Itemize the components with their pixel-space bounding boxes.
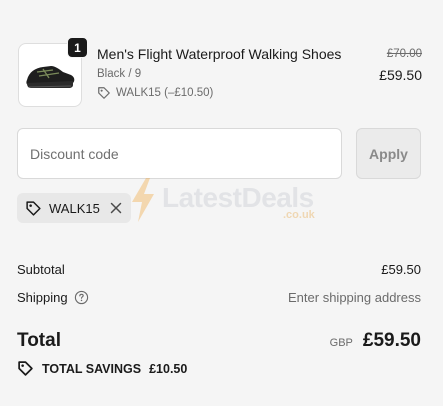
tag-icon: [98, 87, 110, 99]
tag-icon: [18, 361, 33, 376]
original-price: £70.00: [386, 48, 422, 60]
remove-discount-button[interactable]: [109, 200, 123, 216]
help-circle-icon[interactable]: [74, 290, 89, 305]
product-discount-label: WALK15 (–£10.50): [116, 87, 214, 99]
subtotal-value: £59.50: [381, 262, 421, 277]
applied-discount-code: WALK15: [49, 200, 100, 216]
lightning-bolt-icon: [132, 178, 154, 222]
total-amount: £59.50: [362, 330, 421, 351]
product-variant: Black / 9: [97, 68, 142, 80]
shipping-value: Enter shipping address: [288, 290, 421, 305]
total-savings: TOTAL SAVINGS £10.50: [17, 360, 187, 377]
close-icon: [110, 202, 122, 214]
product-thumbnail-wrapper: 1: [18, 37, 88, 107]
total-label: Total: [17, 330, 61, 351]
quantity-badge: 1: [67, 37, 88, 58]
line-price: £59.50: [379, 67, 422, 83]
tag-icon: [25, 200, 42, 217]
currency-code: GBP: [329, 337, 353, 349]
applied-discount-tag: WALK15: [17, 193, 131, 223]
cart-line-item: 1 Men's Flight Waterproof Walking Shoes …: [18, 37, 422, 107]
total-savings-label: TOTAL SAVINGS: [42, 361, 142, 376]
shipping-label: Shipping: [17, 290, 68, 305]
shoe-image: [26, 66, 75, 88]
product-title: Men's Flight Waterproof Walking Shoes: [97, 46, 342, 62]
watermark-logo: LatestDeals .co.uk: [128, 176, 328, 226]
total-savings-value: £10.50: [149, 361, 188, 376]
shipping-label-group: Shipping: [17, 290, 89, 305]
watermark-subtext: .co.uk: [283, 209, 315, 221]
product-discount: WALK15 (–£10.50): [97, 86, 213, 100]
apply-discount-button[interactable]: Apply: [356, 128, 421, 179]
discount-code-input[interactable]: [17, 128, 342, 179]
subtotal-label: Subtotal: [17, 262, 65, 277]
total-amount-group: GBP £59.50: [330, 330, 421, 352]
